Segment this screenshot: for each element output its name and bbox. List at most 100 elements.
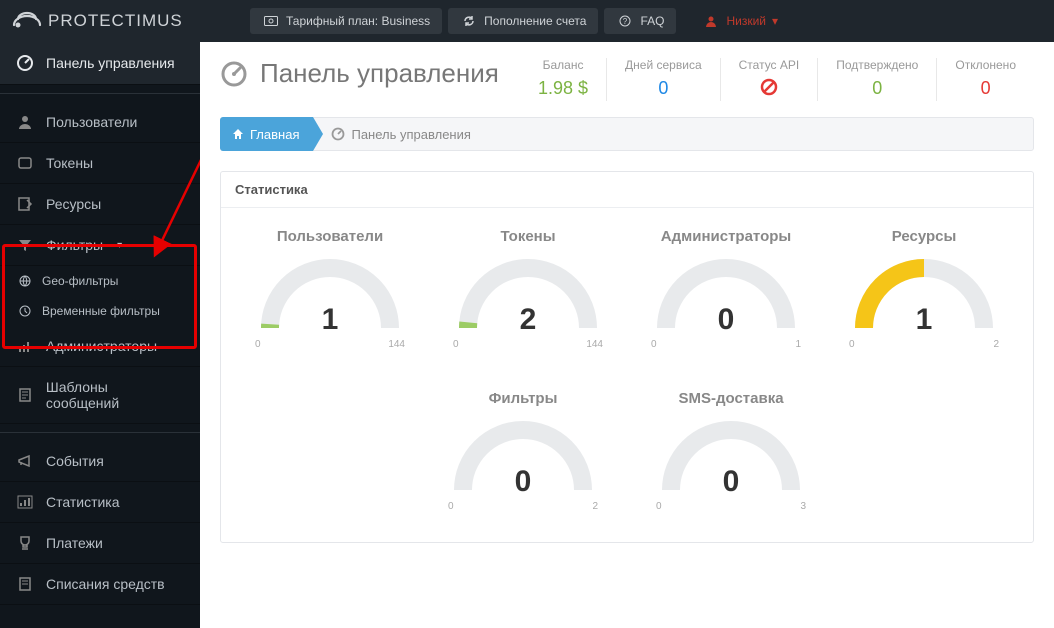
money-icon bbox=[262, 16, 280, 26]
gauge-title: Ресурсы bbox=[829, 228, 1019, 245]
stat-value: 0 bbox=[955, 78, 1016, 99]
header-stats: Баланс 1.98 $ Дней сервиса 0 Статус API … bbox=[520, 58, 1034, 101]
sidebar-item-users[interactable]: Пользователи bbox=[0, 102, 200, 143]
gauge-title: Администраторы bbox=[631, 228, 821, 245]
sidebar-item-events[interactable]: События bbox=[0, 441, 200, 482]
stat-days: Дней сервиса 0 bbox=[606, 58, 720, 101]
sidebar-item-label: Пользователи bbox=[46, 114, 137, 130]
gauge-пользователи: Пользователи 1 0144 bbox=[231, 218, 429, 360]
sidebar-item-writeoffs[interactable]: Списания средств bbox=[0, 564, 200, 605]
sidebar-item-label: Статистика bbox=[46, 494, 120, 510]
svg-text:?: ? bbox=[623, 17, 628, 26]
brand-logo[interactable]: PROTECTIMUS bbox=[0, 9, 200, 33]
breadcrumb-home[interactable]: Главная bbox=[220, 117, 313, 151]
user-icon bbox=[16, 114, 34, 130]
stat-label: Статус API bbox=[739, 58, 800, 72]
stat-confirmed: Подтверждено 0 bbox=[817, 58, 936, 101]
sidebar-subitem-geofilters[interactable]: Geo-фильтры bbox=[0, 266, 200, 296]
breadcrumb: Главная Панель управления bbox=[220, 117, 1034, 151]
card-title: Статистика bbox=[221, 172, 1033, 208]
gauge-chart: 2 bbox=[453, 253, 603, 335]
faq-button[interactable]: ? FAQ bbox=[604, 8, 676, 34]
sidebar-separator bbox=[0, 93, 200, 94]
gauge-токены: Токены 2 0144 bbox=[429, 218, 627, 360]
topup-button[interactable]: Пополнение счета bbox=[448, 8, 598, 34]
user-dropdown[interactable]: Низкий ▾ bbox=[702, 14, 778, 28]
sidebar-item-label: Платежи bbox=[46, 535, 103, 551]
stat-value-icon bbox=[739, 78, 800, 101]
gauge-value: 0 bbox=[448, 465, 598, 499]
gauge-title: Токены bbox=[433, 228, 623, 245]
receipt-icon bbox=[16, 576, 34, 592]
user-label: Низкий bbox=[726, 14, 766, 28]
main-content: Панель управления Баланс 1.98 $ Дней сер… bbox=[200, 42, 1054, 628]
sidebar-item-filters[interactable]: Фильтры ▾ bbox=[0, 225, 200, 266]
sidebar-item-admins[interactable]: Администраторы bbox=[0, 326, 200, 367]
gauge-chart: 1 bbox=[849, 253, 999, 335]
stat-label: Дней сервиса bbox=[625, 58, 702, 72]
page-header: Панель управления Баланс 1.98 $ Дней сер… bbox=[200, 42, 1054, 105]
gauge-администраторы: Администраторы 0 01 bbox=[627, 218, 825, 360]
token-icon bbox=[16, 155, 34, 171]
gauge-ресурсы: Ресурсы 1 02 bbox=[825, 218, 1023, 360]
gauge-scale: 0144 bbox=[255, 339, 405, 350]
tariff-plan-button[interactable]: Тарифный план: Business bbox=[250, 8, 442, 34]
breadcrumb-home-label: Главная bbox=[250, 127, 299, 142]
stat-label: Отклонено bbox=[955, 58, 1016, 72]
sidebar-item-stats[interactable]: Статистика bbox=[0, 482, 200, 523]
trophy-icon bbox=[16, 535, 34, 551]
refresh-icon bbox=[460, 15, 478, 27]
breadcrumb-current: Панель управления bbox=[331, 127, 470, 142]
caret-down-icon: ▾ bbox=[117, 240, 122, 251]
edit-icon bbox=[16, 196, 34, 212]
sidebar-item-label: События bbox=[46, 453, 104, 469]
question-icon: ? bbox=[616, 15, 634, 27]
brand-text: PROTECTIMUS bbox=[48, 11, 183, 31]
doc-icon bbox=[16, 387, 34, 403]
sidebar-subitem-label: Geo-фильтры bbox=[42, 274, 118, 288]
megaphone-icon bbox=[16, 453, 34, 469]
globe-icon bbox=[16, 275, 34, 287]
stat-label: Подтверждено bbox=[836, 58, 918, 72]
stat-api: Статус API bbox=[720, 58, 818, 101]
topbar-actions: Тарифный план: Business Пополнение счета… bbox=[200, 8, 1054, 34]
stat-value: 1.98 $ bbox=[538, 78, 588, 99]
gauge-value: 1 bbox=[849, 303, 999, 337]
sidebar-item-resources[interactable]: Ресурсы bbox=[0, 184, 200, 225]
gauge-scale: 03 bbox=[656, 501, 806, 512]
gauges-row-2: Фильтры 0 02 SMS-доставка 0 03 bbox=[221, 380, 1033, 542]
gauge-value: 0 bbox=[656, 465, 806, 499]
sidebar-item-label: Ресурсы bbox=[46, 196, 101, 212]
tariff-plan-label: Тарифный план: Business bbox=[286, 14, 430, 28]
gauge-title: Пользователи bbox=[235, 228, 425, 245]
sidebar-item-label: Списания средств bbox=[46, 576, 165, 592]
sidebar-item-dashboard[interactable]: Панель управления bbox=[0, 42, 200, 85]
topbar: PROTECTIMUS Тарифный план: Business Попо… bbox=[0, 0, 1054, 42]
gauge-chart: 0 bbox=[651, 253, 801, 335]
dashboard-icon bbox=[220, 60, 248, 88]
chart-icon bbox=[16, 494, 34, 510]
breadcrumb-current-label: Панель управления bbox=[351, 127, 470, 142]
gauges-row-1: Пользователи 1 0144 Токены 2 0144 Админи… bbox=[221, 208, 1033, 380]
sidebar-item-payments[interactable]: Платежи bbox=[0, 523, 200, 564]
gauge-фильтры: Фильтры 0 02 bbox=[444, 380, 602, 522]
gauge-chart: 1 bbox=[255, 253, 405, 335]
gauge-title: Фильтры bbox=[448, 390, 598, 407]
forbidden-icon bbox=[760, 78, 778, 96]
gauge-value: 1 bbox=[255, 303, 405, 337]
sidebar-subitem-timefilters[interactable]: Временные фильтры bbox=[0, 296, 200, 326]
gauge-title: SMS-доставка bbox=[656, 390, 806, 407]
stat-value: 0 bbox=[836, 78, 918, 99]
gauge-value: 2 bbox=[453, 303, 603, 337]
stat-value: 0 bbox=[625, 78, 702, 99]
home-icon bbox=[232, 128, 244, 140]
stat-balance: Баланс 1.98 $ bbox=[520, 58, 606, 101]
sidebar-item-tokens[interactable]: Токены bbox=[0, 143, 200, 184]
sidebar-item-templates[interactable]: Шаблоны сообщений bbox=[0, 367, 200, 424]
statistics-card: Статистика Пользователи 1 0144 Токены 2 … bbox=[220, 171, 1034, 543]
gauge-sms-доставка: SMS-доставка 0 03 bbox=[652, 380, 810, 522]
sidebar-subitem-label: Временные фильтры bbox=[42, 304, 160, 318]
gauge-scale: 02 bbox=[448, 501, 598, 512]
faq-label: FAQ bbox=[640, 14, 664, 28]
gauge-value: 0 bbox=[651, 303, 801, 337]
